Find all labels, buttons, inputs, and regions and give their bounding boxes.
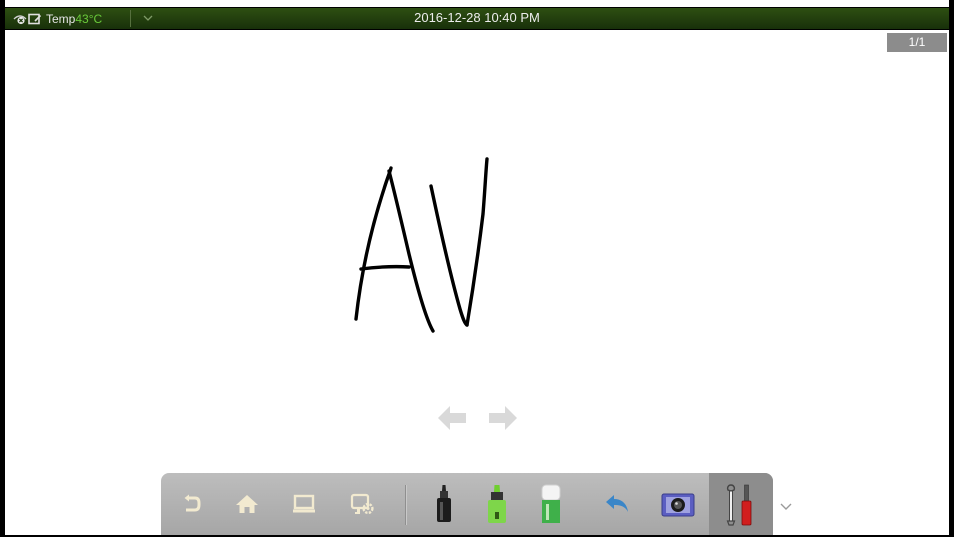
undo-button[interactable] <box>599 484 637 524</box>
pen-icon <box>437 485 451 522</box>
exit-button[interactable] <box>173 484 211 524</box>
previous-page-arrow-icon[interactable] <box>436 403 468 433</box>
whiteboard-screen: Temp 43°C 2016-12-28 10:40 PM 1/1 <box>0 0 954 537</box>
ink-stroke-a-left <box>354 166 393 321</box>
home-button[interactable] <box>228 484 266 524</box>
screen-settings-button[interactable] <box>344 484 382 524</box>
exit-icon <box>184 494 201 512</box>
highlighter-icon <box>488 485 506 523</box>
camera-icon <box>661 493 695 517</box>
bottom-toolbar <box>161 473 773 535</box>
screenshot-button[interactable] <box>659 484 697 524</box>
ink-stroke-v-right <box>465 157 489 327</box>
screen-settings-icon <box>350 493 374 515</box>
toolbar-separator <box>405 485 407 525</box>
toolbar-expand-chevron-icon[interactable] <box>778 500 794 512</box>
status-bar: Temp 43°C 2016-12-28 10:40 PM <box>5 7 949 30</box>
ink-stroke-a-right <box>387 169 435 333</box>
ink-stroke-a-bar <box>359 264 411 271</box>
drawing-canvas[interactable] <box>5 29 949 469</box>
status-datetime: 2016-12-28 10:40 PM <box>414 10 540 25</box>
eraser-icon <box>541 484 561 523</box>
ink-stroke-v-left <box>429 184 469 327</box>
eraser-button[interactable] <box>532 484 570 524</box>
undo-icon <box>606 495 628 512</box>
pen-button[interactable] <box>425 484 463 524</box>
tools-icon <box>726 484 752 526</box>
screen-button[interactable] <box>285 484 323 524</box>
highlighter-button[interactable] <box>478 484 516 524</box>
tools-button[interactable] <box>709 473 773 535</box>
screen-icon <box>293 494 315 513</box>
frame-border-right <box>949 0 954 537</box>
next-page-arrow-icon[interactable] <box>487 403 519 433</box>
home-icon <box>236 495 258 513</box>
